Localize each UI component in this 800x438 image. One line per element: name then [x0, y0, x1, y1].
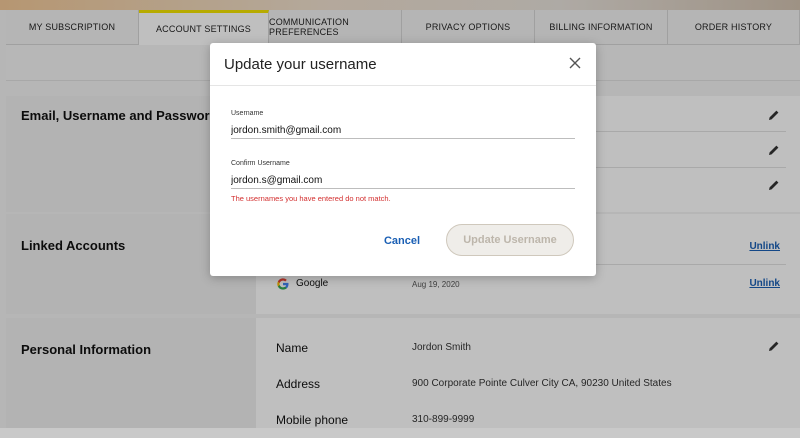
confirm-username-input[interactable]: [231, 172, 575, 189]
confirm-username-label: Confirm Username: [231, 160, 290, 167]
dialog-title: Update your username: [224, 56, 377, 73]
username-label: Username: [231, 110, 264, 117]
update-username-dialog: Update your username Username Confirm Us…: [210, 43, 596, 276]
update-username-button[interactable]: Update Username: [446, 224, 574, 256]
cancel-button[interactable]: Cancel: [370, 227, 434, 255]
dialog-header: Update your username: [210, 43, 596, 86]
validation-error-message: The usernames you have entered do not ma…: [231, 194, 391, 203]
close-icon[interactable]: [568, 56, 582, 70]
username-input[interactable]: [231, 122, 575, 139]
